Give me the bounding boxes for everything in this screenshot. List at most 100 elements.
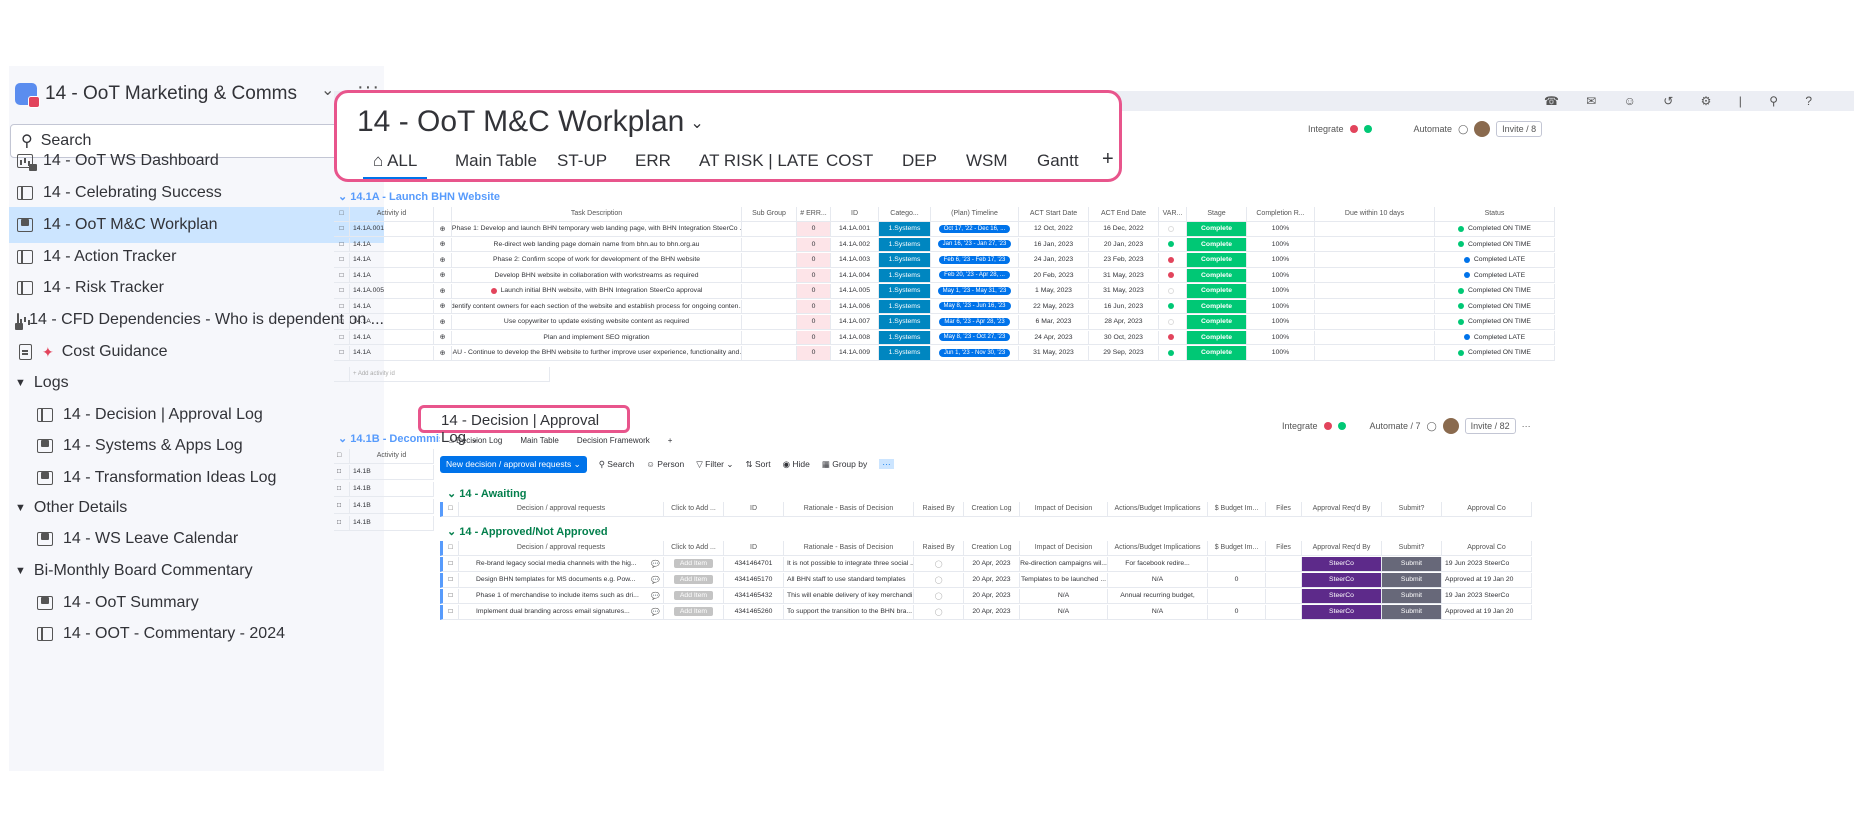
category-cell[interactable]: 1.Systems (879, 237, 931, 251)
add-item-button[interactable]: Add Item (673, 607, 714, 617)
update-icon[interactable]: ⊕ (434, 237, 452, 251)
column-header[interactable]: Impact of Decision (1020, 502, 1108, 516)
column-header[interactable]: $ Budget Im... (1208, 502, 1266, 516)
act-end-date-cell[interactable]: 31 May, 2023 (1089, 284, 1159, 298)
rationale-cell[interactable]: It is not possible to integrate three so… (784, 557, 914, 571)
tab-decision-log[interactable]: ⌂ Decision Log (449, 436, 502, 445)
add-item-button[interactable]: Add Item (673, 575, 714, 585)
sidebar-item-celebrating-success[interactable]: 14 - Celebrating Success (9, 175, 384, 211)
category-cell[interactable]: 1.Systems (879, 299, 931, 313)
column-header[interactable]: Approval Co (1442, 502, 1532, 516)
status-cell[interactable]: Completed LATE (1435, 268, 1555, 282)
impact-cell[interactable]: Templates to be launched ... (1020, 573, 1108, 587)
stage-cell[interactable]: Complete (1187, 299, 1247, 313)
task-description-cell[interactable]: Phase 2: Confirm scope of work for devel… (452, 253, 742, 267)
column-header[interactable]: ID (724, 541, 784, 555)
activity-id-cell[interactable]: 14.1A.005 (350, 284, 434, 298)
task-description-cell[interactable]: Launch initial BHN website, with BHN Int… (452, 284, 742, 298)
automate-button[interactable]: Automate / 7 (1370, 421, 1421, 431)
add-view-icon[interactable]: + (1102, 148, 1114, 171)
folder-logs[interactable]: ▼ Logs (9, 365, 384, 401)
column-header[interactable]: Actions/Budget Implications (1108, 502, 1208, 516)
approval-by-cell[interactable]: SteerCo (1302, 589, 1382, 603)
table-row[interactable]: □ 14.1A ⊕ Use copywriter to update existing… (334, 315, 1555, 330)
budget-cell[interactable]: 0 (1208, 573, 1266, 587)
sub-group-cell[interactable] (742, 315, 797, 329)
activity-id-cell[interactable]: 14.1A (350, 346, 434, 360)
column-header[interactable]: Decision / approval requests (459, 502, 664, 516)
hide-button[interactable]: ◉ Hide (783, 459, 810, 470)
row-checkbox[interactable]: □ (443, 557, 459, 571)
person-filter-button[interactable]: ☺ Person (646, 459, 684, 469)
table-row[interactable]: □ 14.1B (334, 482, 434, 497)
table-row[interactable]: □ Phase 1 of merchandise to include items… (440, 589, 1532, 604)
update-icon[interactable]: ⊕ (434, 330, 452, 344)
tab-err[interactable]: ERR (635, 151, 671, 171)
act-start-date-cell[interactable]: 12 Oct, 2022 (1019, 222, 1089, 236)
timeline-cell[interactable]: Feb 6, '23 - Feb 17, '23 (931, 253, 1019, 267)
stage-cell[interactable]: Complete (1187, 253, 1247, 267)
timeline-cell[interactable]: Feb 20, '23 - Apr 28, ... (931, 268, 1019, 282)
actions-cell[interactable]: N/A (1108, 605, 1208, 619)
invite-button[interactable]: Invite / 82 (1464, 418, 1516, 434)
decision-log-title[interactable]: 14 - Decision | Approval Log ⌄ (418, 405, 630, 446)
sort-button[interactable]: ⇅ Sort (746, 459, 771, 470)
update-icon[interactable]: ⊕ (434, 284, 452, 298)
act-end-date-cell[interactable]: 31 May, 2023 (1089, 268, 1159, 282)
timeline-cell[interactable]: May 8, '23 - Oct 27, '23 (931, 330, 1019, 344)
activity-id-cell[interactable]: 14.1A (350, 237, 434, 251)
act-start-date-cell[interactable]: 31 May, 2023 (1019, 346, 1089, 360)
sidebar-item-ws-dashboard[interactable]: 14 - OoT WS Dashboard (9, 143, 384, 179)
act-end-date-cell[interactable]: 20 Jan, 2023 (1089, 237, 1159, 251)
sub-group-cell[interactable] (742, 284, 797, 298)
sub-group-cell[interactable] (742, 222, 797, 236)
add-view-icon[interactable]: + (668, 436, 673, 445)
timeline-cell[interactable]: May 8, '23 - Jun 16, '23 (931, 299, 1019, 313)
add-item-cell[interactable]: Add Item (664, 605, 724, 619)
activity-id-cell[interactable]: 14.1A (350, 315, 434, 329)
actions-cell[interactable]: For facebook redire... (1108, 557, 1208, 571)
column-header[interactable]: Raised By (914, 502, 964, 516)
avatar[interactable] (1474, 121, 1491, 137)
act-end-date-cell[interactable]: 16 Jun, 2023 (1089, 299, 1159, 313)
column-header[interactable]: Stage (1187, 207, 1247, 221)
raised-by-cell[interactable]: ◯ (914, 589, 964, 603)
column-header[interactable]: Approval Req'd By (1302, 502, 1382, 516)
column-header[interactable]: Raised By (914, 541, 964, 555)
approval-by-cell[interactable]: SteerCo (1302, 557, 1382, 571)
status-cell[interactable]: Completed ON TIME (1435, 222, 1555, 236)
row-checkbox[interactable]: □ (334, 222, 350, 236)
table-row[interactable]: □ 14.1A.001 ⊕ Phase 1: Develop and launch B… (334, 222, 1555, 237)
add-item-button[interactable]: Add Item (673, 591, 714, 601)
task-description-cell[interactable]: Plan and implement SEO migration (452, 330, 742, 344)
folder-board-commentary[interactable]: ▼ Bi-Monthly Board Commentary (9, 553, 384, 589)
column-header[interactable]: Status (1435, 207, 1555, 221)
sub-group-cell[interactable] (742, 299, 797, 313)
add-item-button[interactable]: Add Item (673, 559, 714, 569)
approval-by-cell[interactable]: SteerCo (1302, 573, 1382, 587)
column-header[interactable]: Impact of Decision (1020, 541, 1108, 555)
group-title[interactable]: ⌄ 14.1B - Decommissi (338, 432, 454, 445)
rationale-cell[interactable]: This will enable delivery of key merchan… (784, 589, 914, 603)
sidebar-item-cfd-dependencies[interactable]: 14 - CFD Dependencies - Who is dependent… (9, 302, 384, 338)
table-row[interactable]: □ 14.1A ⊕ Phase 2: Confirm scope of work fo… (334, 253, 1555, 268)
tab-dep[interactable]: DEP (902, 151, 937, 171)
group-approved[interactable]: ⌄ 14 - Approved/Not Approved (447, 525, 608, 538)
add-item-cell[interactable]: Add Item (664, 573, 724, 587)
status-cell[interactable]: Completed LATE (1435, 330, 1555, 344)
category-cell[interactable]: 1.Systems (879, 222, 931, 236)
status-cell[interactable]: Completed ON TIME (1435, 284, 1555, 298)
timeline-cell[interactable]: May 1, '23 - May 31, '23 (931, 284, 1019, 298)
column-header[interactable]: ID (724, 502, 784, 516)
request-cell[interactable]: Re-brand legacy social media channels wi… (459, 557, 664, 571)
activity-id-cell[interactable]: 14.1A (350, 330, 434, 344)
sub-group-cell[interactable] (742, 346, 797, 360)
act-end-date-cell[interactable]: 28 Apr, 2023 (1089, 315, 1159, 329)
timeline-cell[interactable]: Mar 6, '23 - Apr 28, '23 (931, 315, 1019, 329)
activity-icon[interactable]: ◯ (1427, 421, 1437, 432)
table-row[interactable]: □ 14.1A ⊕ Re-direct web landing page domain… (334, 237, 1555, 252)
timeline-cell[interactable]: Jan 16, '23 - Jan 27, '23 (931, 237, 1019, 251)
tab-all[interactable]: ⌂ ALL (362, 151, 428, 179)
category-cell[interactable]: 1.Systems (879, 284, 931, 298)
table-row[interactable]: □ 14.1A ⊕ BAU - Continue to develop the BHN… (334, 346, 1555, 361)
